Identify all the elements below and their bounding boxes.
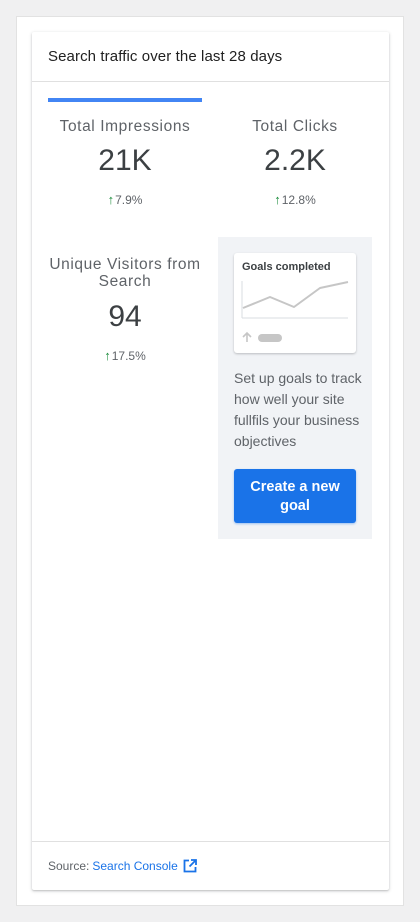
metric-value: 94 [108,300,142,333]
metric-value: 2.2K [264,144,326,177]
metric-change: ↑7.9% [48,192,202,207]
arrow-up-icon: ↑ [104,348,111,363]
source-label: Source: [48,859,90,873]
metric-change: ↑12.8% [218,192,372,207]
metric-change: ↑17.5% [48,348,202,363]
external-link-icon[interactable] [183,859,197,873]
widget-header: Search traffic over the last 28 days [32,32,389,82]
widget-frame: Search traffic over the last 28 days Tot… [16,16,404,906]
create-goal-button[interactable]: Create a new goal [234,469,356,523]
metric-label: Unique Visitors from Search [49,256,201,290]
widget-footer: Source: Search Console [32,841,389,890]
metric-change-value: 17.5% [111,349,146,363]
widget-title: Search traffic over the last 28 days [48,48,283,65]
metric-total-impressions[interactable]: Total Impressions 21K ↑7.9% [48,98,202,213]
metric-value: 21K [98,144,152,177]
search-console-link[interactable]: Search Console [92,859,177,873]
source-attribution: Source: Search Console [48,859,197,873]
goals-preview-title: Goals completed [242,261,331,273]
metric-unique-visitors[interactable]: Unique Visitors from Search 94 ↑17.5% [48,237,202,367]
metric-label: Total Impressions [59,118,191,135]
goals-cta-panel: Goals completed Set up goals to track ho… [218,237,372,539]
arrow-up-icon: ↑ [107,192,115,207]
goals-preview-thumbnail: Goals completed [234,253,356,353]
goals-cta-description: Set up goals to track how well your site… [234,370,362,449]
arrow-up-icon: ↑ [274,192,281,207]
search-traffic-widget: Search traffic over the last 28 days Tot… [32,32,389,890]
metric-selected-indicator [48,98,202,102]
metric-change-value: 7.9% [115,193,143,207]
metric-change-value: 12.8% [281,193,316,207]
metric-label: Total Clicks [252,118,338,135]
metric-total-clicks[interactable]: Total Clicks 2.2K ↑12.8% [218,98,372,213]
